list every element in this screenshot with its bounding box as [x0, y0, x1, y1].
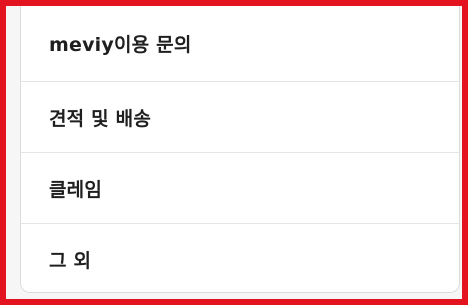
menu-item-label: 견적 및 배송 [49, 107, 152, 130]
inquiry-category-menu: meviy이용 문의 견적 및 배송 클레임 그 외 [20, 6, 460, 293]
menu-item-claim[interactable]: 클레임 [21, 153, 459, 224]
menu-item-label: meviy이용 문의 [49, 34, 192, 56]
menu-item-label: 그 외 [49, 250, 92, 272]
menu-item-other[interactable]: 그 외 [21, 224, 459, 292]
menu-item-meviy-usage[interactable]: meviy이용 문의 [21, 6, 459, 82]
menu-item-label: 클레임 [49, 178, 103, 201]
menu-item-quote-shipping[interactable]: 견적 및 배송 [21, 82, 459, 153]
